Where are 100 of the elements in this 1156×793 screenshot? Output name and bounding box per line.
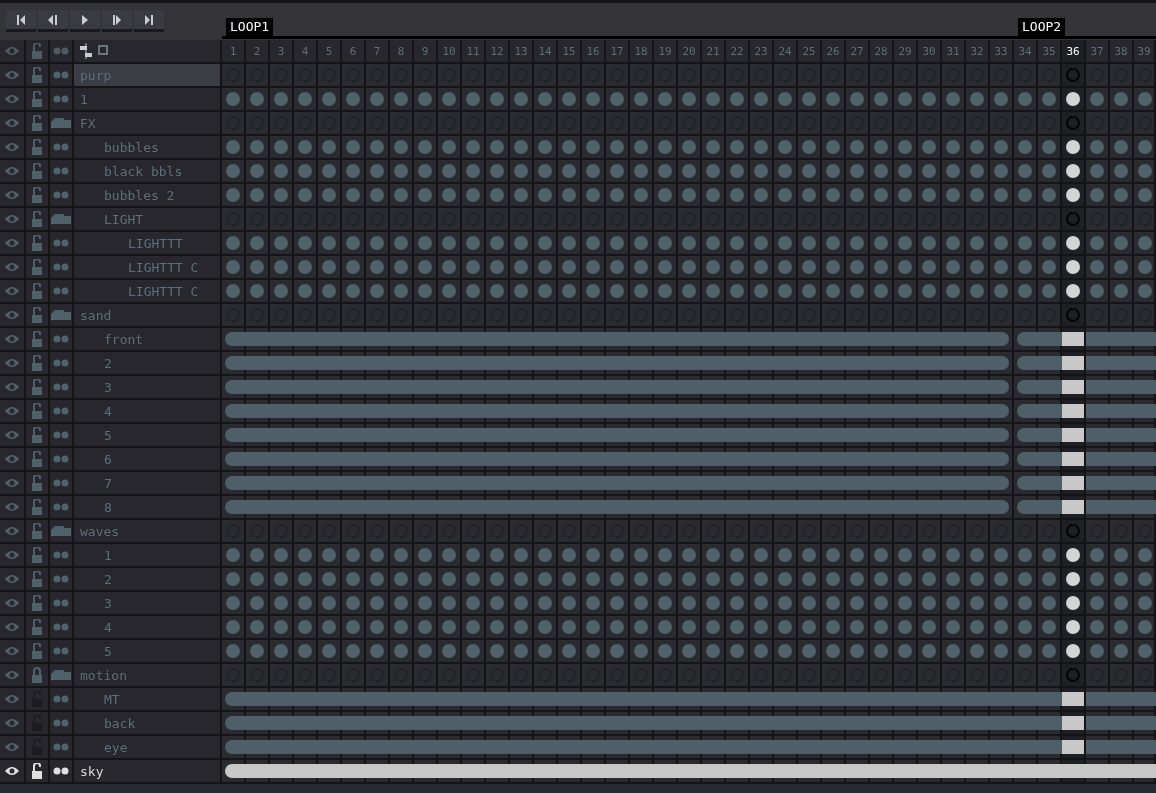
lock-toggle[interactable] xyxy=(26,280,50,304)
lock-toggle[interactable] xyxy=(26,760,50,784)
layer-name[interactable]: bubbles 2 xyxy=(74,184,222,208)
visibility-toggle[interactable] xyxy=(0,472,26,496)
visibility-toggle[interactable] xyxy=(0,136,26,160)
layer-name[interactable]: back xyxy=(74,712,222,736)
layer-name[interactable]: 4 xyxy=(74,400,222,424)
frame-number[interactable]: 11 xyxy=(462,40,486,64)
visibility-toggle[interactable] xyxy=(0,520,26,544)
layer-name[interactable]: 3 xyxy=(74,592,222,616)
visibility-toggle[interactable] xyxy=(0,424,26,448)
lock-toggle[interactable] xyxy=(26,208,50,232)
lock-toggle[interactable] xyxy=(26,256,50,280)
frame-number[interactable]: 31 xyxy=(942,40,966,64)
visibility-toggle[interactable] xyxy=(0,376,26,400)
layer-name[interactable]: FX xyxy=(74,112,222,136)
layer-name[interactable]: 8 xyxy=(74,496,222,520)
layer-name[interactable]: front xyxy=(74,328,222,352)
layer-name[interactable]: 4 xyxy=(74,616,222,640)
visibility-toggle[interactable] xyxy=(0,304,26,328)
lock-toggle[interactable] xyxy=(26,112,50,136)
lock-toggle[interactable] xyxy=(26,64,50,88)
lock-toggle[interactable] xyxy=(26,544,50,568)
lock-toggle[interactable] xyxy=(26,376,50,400)
layer-name[interactable]: LIGHTTT xyxy=(74,232,222,256)
layer-name[interactable]: 1 xyxy=(74,88,222,112)
layer-name[interactable]: 2 xyxy=(74,352,222,376)
lock-toggle[interactable] xyxy=(26,496,50,520)
visibility-toggle[interactable] xyxy=(0,88,26,112)
visibility-toggle[interactable] xyxy=(0,328,26,352)
lock-toggle[interactable] xyxy=(26,328,50,352)
frame-number[interactable]: 18 xyxy=(630,40,654,64)
visibility-toggle[interactable] xyxy=(0,232,26,256)
layer-name[interactable]: MT xyxy=(74,688,222,712)
layer-name[interactable]: 7 xyxy=(74,472,222,496)
layer-name[interactable]: sand xyxy=(74,304,222,328)
lock-toggle[interactable] xyxy=(26,520,50,544)
visibility-toggle[interactable] xyxy=(0,616,26,640)
frame-number[interactable]: 22 xyxy=(726,40,750,64)
visibility-toggle[interactable] xyxy=(0,208,26,232)
square-icon[interactable] xyxy=(98,45,110,57)
lock-toggle[interactable] xyxy=(26,184,50,208)
lock-toggle[interactable] xyxy=(26,568,50,592)
lock-toggle[interactable] xyxy=(26,352,50,376)
lock-toggle[interactable] xyxy=(26,592,50,616)
lock-toggle[interactable] xyxy=(26,400,50,424)
sliders-icon[interactable] xyxy=(80,43,92,59)
layer-name[interactable]: LIGHTTT C xyxy=(74,280,222,304)
frame-number[interactable]: 27 xyxy=(846,40,870,64)
visibility-toggle[interactable] xyxy=(0,352,26,376)
lock-toggle[interactable] xyxy=(26,664,50,688)
tag-label[interactable]: LOOP1 xyxy=(226,18,274,36)
frame-number[interactable]: 36 xyxy=(1062,40,1086,64)
frame-number[interactable]: 7 xyxy=(366,40,390,64)
frame-number[interactable]: 15 xyxy=(558,40,582,64)
frame-number[interactable]: 34 xyxy=(1014,40,1038,64)
lock-toggle[interactable] xyxy=(26,472,50,496)
layer-name[interactable]: 5 xyxy=(74,424,222,448)
lock-toggle[interactable] xyxy=(26,616,50,640)
lock-toggle[interactable] xyxy=(26,640,50,664)
layer-name[interactable]: black bbls xyxy=(74,160,222,184)
visibility-toggle[interactable] xyxy=(0,736,26,760)
frame-number[interactable]: 13 xyxy=(510,40,534,64)
frame-number[interactable]: 33 xyxy=(990,40,1014,64)
visibility-toggle[interactable] xyxy=(0,112,26,136)
visibility-toggle[interactable] xyxy=(0,592,26,616)
playback-button[interactable] xyxy=(102,10,132,32)
lock-toggle[interactable] xyxy=(26,448,50,472)
frame-number[interactable]: 16 xyxy=(582,40,606,64)
visibility-toggle[interactable] xyxy=(0,568,26,592)
lock-toggle[interactable] xyxy=(26,232,50,256)
frame-number[interactable]: 37 xyxy=(1086,40,1110,64)
frame-number[interactable]: 30 xyxy=(918,40,942,64)
frame-number[interactable]: 20 xyxy=(678,40,702,64)
frame-number[interactable]: 39 xyxy=(1134,40,1156,64)
frame-number[interactable]: 32 xyxy=(966,40,990,64)
lock-toggle[interactable] xyxy=(26,88,50,112)
frame-number[interactable]: 25 xyxy=(798,40,822,64)
frame-number[interactable]: 12 xyxy=(486,40,510,64)
lock-toggle[interactable] xyxy=(26,424,50,448)
lock-toggle[interactable] xyxy=(26,304,50,328)
visibility-toggle[interactable] xyxy=(0,760,26,784)
layer-name[interactable]: sky xyxy=(74,760,222,784)
frame-number[interactable]: 5 xyxy=(318,40,342,64)
frame-number[interactable]: 29 xyxy=(894,40,918,64)
layer-name[interactable]: 2 xyxy=(74,568,222,592)
tag-label[interactable]: LOOP2 xyxy=(1018,18,1066,36)
visibility-toggle[interactable] xyxy=(0,256,26,280)
layer-name[interactable]: waves xyxy=(74,520,222,544)
playback-button[interactable] xyxy=(134,10,164,32)
frame-number[interactable]: 19 xyxy=(654,40,678,64)
visibility-toggle[interactable] xyxy=(0,280,26,304)
layer-name[interactable]: motion xyxy=(74,664,222,688)
visibility-toggle[interactable] xyxy=(0,160,26,184)
visibility-toggle[interactable] xyxy=(0,640,26,664)
frame-number[interactable]: 24 xyxy=(774,40,798,64)
frame-number[interactable]: 9 xyxy=(414,40,438,64)
frame-number[interactable]: 26 xyxy=(822,40,846,64)
frame-number[interactable]: 38 xyxy=(1110,40,1134,64)
frame-number[interactable]: 4 xyxy=(294,40,318,64)
